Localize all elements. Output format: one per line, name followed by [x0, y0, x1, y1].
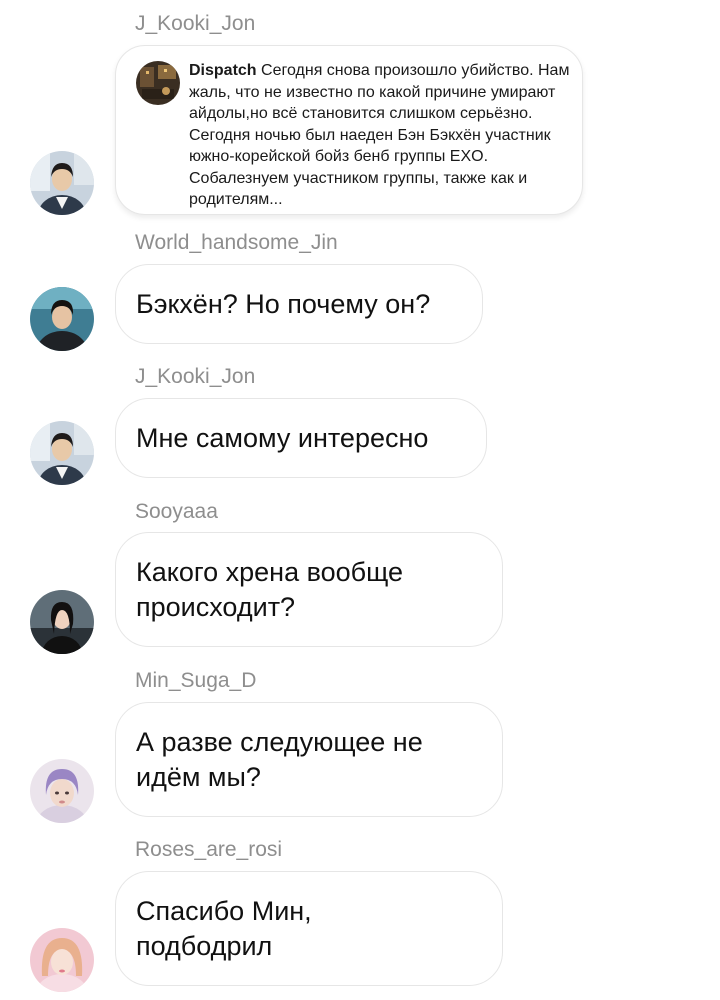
message-text: Бэкхён? Но почему он?: [136, 289, 431, 319]
user-avatar[interactable]: [30, 421, 94, 485]
user-avatar[interactable]: [30, 928, 94, 992]
shared-post-caption: Сегодня снова произошло убийство. Нам жа…: [189, 62, 570, 208]
username-label[interactable]: J_Kooki_Jon: [135, 13, 255, 34]
message-bubble[interactable]: Какого хрена вообще происходит?: [115, 532, 503, 647]
user-avatar[interactable]: [30, 590, 94, 654]
message-text: А разве следующее не идём мы?: [136, 727, 423, 792]
user-avatar[interactable]: [30, 287, 94, 351]
message-bubble[interactable]: А разве следующее не идём мы?: [115, 702, 503, 817]
user-avatar[interactable]: [30, 759, 94, 823]
message-text: Мне самому интересно: [136, 423, 429, 453]
message-text: Спасибо Мин, подбодрил: [136, 896, 312, 961]
username-label[interactable]: Roses_are_rosi: [135, 839, 282, 860]
username-label[interactable]: Sooyaaa: [135, 501, 218, 522]
user-avatar[interactable]: [30, 151, 94, 215]
message-text: Какого хрена вообще происходит?: [136, 557, 404, 622]
username-label[interactable]: World_handsome_Jin: [135, 232, 338, 253]
shared-post-card[interactable]: Dispatch Сегодня снова произошло убийств…: [115, 45, 583, 215]
message-bubble[interactable]: Мне самому интересно: [115, 398, 487, 478]
message-bubble[interactable]: Спасибо Мин, подбодрил: [115, 871, 503, 986]
message-bubble[interactable]: Бэкхён? Но почему он?: [115, 264, 483, 344]
username-label[interactable]: J_Kooki_Jon: [135, 366, 255, 387]
shared-post-author[interactable]: Dispatch: [189, 62, 257, 79]
username-label[interactable]: Min_Suga_D: [135, 670, 256, 691]
shared-post-author-avatar[interactable]: [136, 61, 180, 105]
shared-post-text: Dispatch Сегодня снова произошло убийств…: [189, 60, 584, 211]
